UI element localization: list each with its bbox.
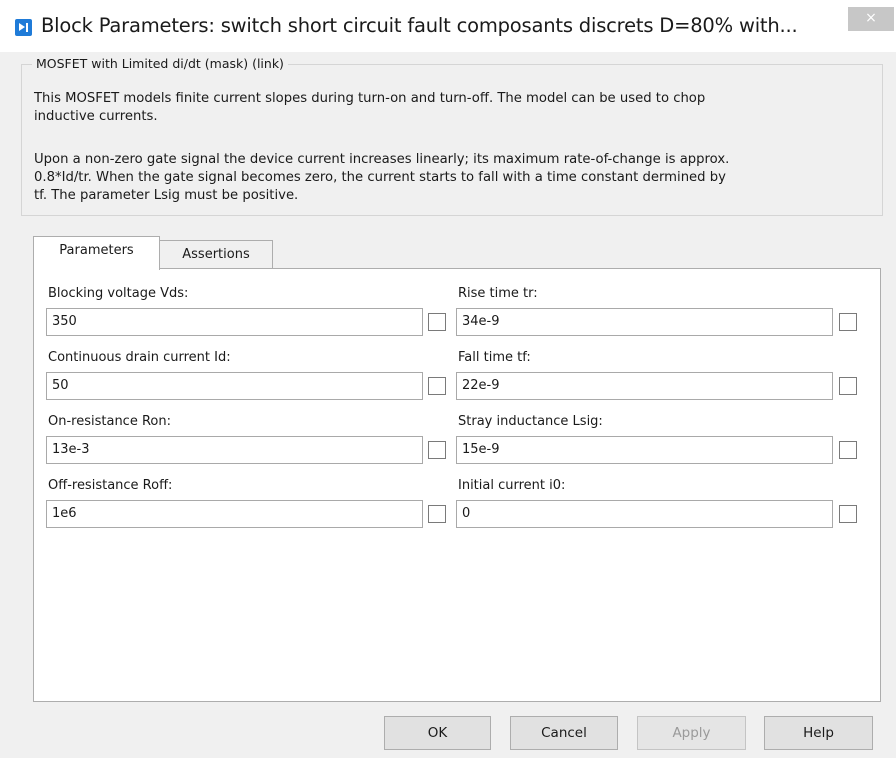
block-parameters-dialog: Block Parameters: switch short circuit f…: [0, 0, 896, 758]
rise-time-input[interactable]: 34e-9: [456, 308, 833, 336]
tab-assertions[interactable]: Assertions: [160, 240, 273, 270]
drain-current-checkbox[interactable]: [428, 377, 446, 395]
blocking-voltage-input[interactable]: 350: [46, 308, 423, 336]
stray-inductance-input[interactable]: 15e-9: [456, 436, 833, 464]
off-resistance-input[interactable]: 1e6: [46, 500, 423, 528]
blocking-voltage-label: Blocking voltage Vds:: [48, 286, 189, 301]
stray-inductance-label: Stray inductance Lsig:: [458, 414, 603, 429]
mask-description-group: MOSFET with Limited di/dt (mask) (link) …: [21, 56, 883, 216]
off-resistance-label: Off-resistance Roff:: [48, 478, 173, 493]
apply-button[interactable]: Apply: [637, 716, 746, 750]
tab-parameters[interactable]: Parameters: [33, 236, 160, 270]
description-paragraph-1: This MOSFET models finite current slopes…: [34, 91, 706, 124]
description-paragraph-2: Upon a non-zero gate signal the device c…: [34, 152, 730, 203]
fall-time-input[interactable]: 22e-9: [456, 372, 833, 400]
help-button[interactable]: Help: [764, 716, 873, 750]
ok-button[interactable]: OK: [384, 716, 491, 750]
fall-time-checkbox[interactable]: [839, 377, 857, 395]
title-bar[interactable]: Block Parameters: switch short circuit f…: [0, 0, 896, 52]
drain-current-input[interactable]: 50: [46, 372, 423, 400]
close-button[interactable]: ×: [848, 7, 894, 31]
on-resistance-input[interactable]: 13e-3: [46, 436, 423, 464]
off-resistance-checkbox[interactable]: [428, 505, 446, 523]
fall-time-label: Fall time tf:: [458, 350, 531, 365]
window-title: Block Parameters: switch short circuit f…: [41, 14, 798, 37]
stray-inductance-checkbox[interactable]: [839, 441, 857, 459]
cancel-button[interactable]: Cancel: [510, 716, 618, 750]
drain-current-label: Continuous drain current Id:: [48, 350, 231, 365]
initial-current-input[interactable]: 0: [456, 500, 833, 528]
on-resistance-checkbox[interactable]: [428, 441, 446, 459]
mask-title: MOSFET with Limited di/dt (mask) (link): [32, 56, 288, 71]
close-icon: ×: [865, 10, 877, 26]
on-resistance-label: On-resistance Ron:: [48, 414, 171, 429]
simulink-block-icon: [15, 19, 32, 36]
rise-time-checkbox[interactable]: [839, 313, 857, 331]
initial-current-checkbox[interactable]: [839, 505, 857, 523]
blocking-voltage-checkbox[interactable]: [428, 313, 446, 331]
rise-time-label: Rise time tr:: [458, 286, 538, 301]
initial-current-label: Initial current i0:: [458, 478, 566, 493]
